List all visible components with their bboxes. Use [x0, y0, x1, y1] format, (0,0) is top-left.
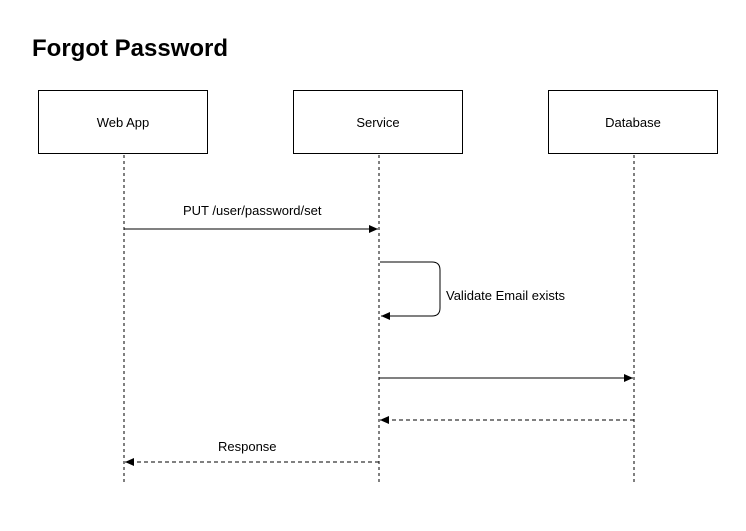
- sequence-diagram-canvas: [123, 155, 635, 483]
- message-label-put-password: PUT /user/password/set: [183, 203, 322, 218]
- message-label-response: Response: [218, 439, 277, 454]
- message-arrow-validate-email: [380, 261, 441, 320]
- message-label-validate-email: Validate Email exists: [446, 288, 565, 303]
